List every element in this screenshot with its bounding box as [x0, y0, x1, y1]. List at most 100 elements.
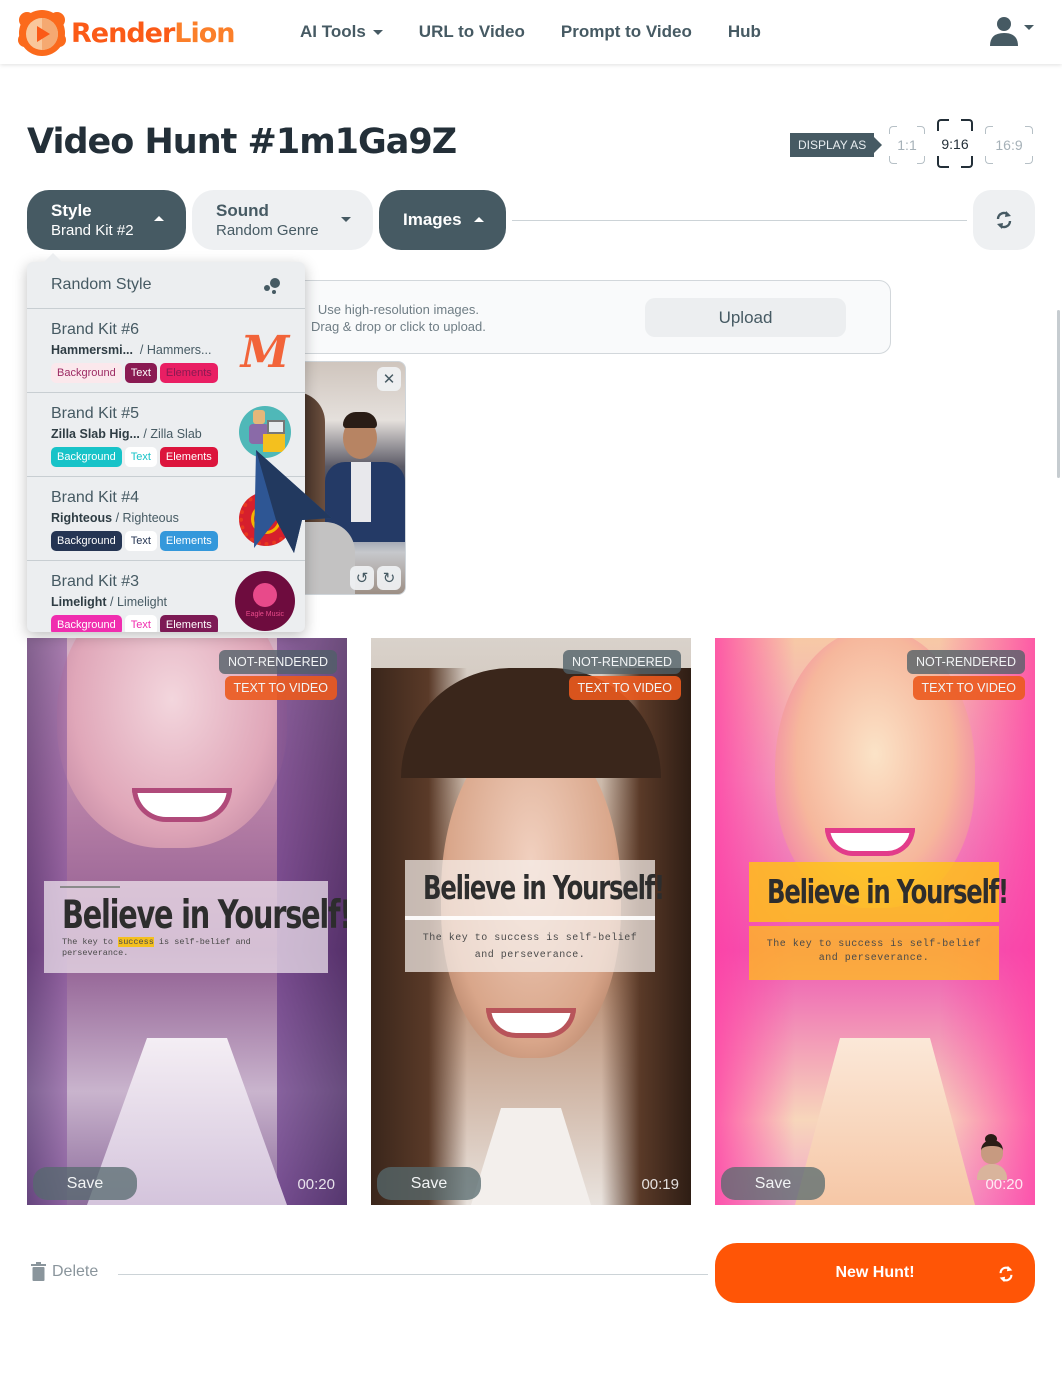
- refresh-button[interactable]: [973, 190, 1035, 250]
- brand-name-render: Render: [71, 17, 175, 49]
- video-headline: Believe in Yourself!: [62, 893, 347, 938]
- remove-image-button[interactable]: ✕: [377, 367, 401, 391]
- rotate-right-icon: ↻: [382, 570, 396, 587]
- avatar-thumbnail: [977, 1134, 1007, 1180]
- font-primary: Limelight: [51, 595, 107, 609]
- video-card-1[interactable]: Believe in Yourself! The key to success …: [27, 638, 347, 1205]
- ratio-1-1-button[interactable]: 1:1: [889, 126, 925, 164]
- tag-background: Background: [51, 363, 122, 383]
- upload-hint-line2: Drag & drop or click to upload.: [311, 319, 486, 334]
- smile: [825, 828, 915, 856]
- style-dropdown-menu: Random Style Brand Kit #6 Hammersmi... /…: [27, 262, 305, 632]
- user-menu-caret-icon: [1024, 24, 1034, 30]
- ratio-16-9-button[interactable]: 16:9: [985, 126, 1033, 164]
- random-dots-icon: [264, 278, 280, 294]
- tag-text: Text: [124, 615, 157, 632]
- tag-elements: Elements: [159, 615, 218, 632]
- video-subtitle: The key to success is self-belief and pe…: [422, 933, 638, 961]
- tag-elements: Elements: [159, 531, 218, 551]
- tag-background: Background: [51, 531, 122, 551]
- toolbar-divider: [512, 220, 967, 221]
- tag-elements: Elements: [159, 447, 218, 467]
- nav-hub[interactable]: Hub: [728, 22, 761, 42]
- footer-divider: [118, 1274, 708, 1275]
- random-style-option[interactable]: Random Style: [27, 262, 305, 309]
- font-primary: Hammersmi...: [51, 343, 133, 357]
- refresh-icon: [999, 1265, 1013, 1283]
- rotate-left-icon: ↺: [355, 570, 369, 587]
- save-button[interactable]: Save: [33, 1167, 137, 1200]
- style-dropdown-button[interactable]: Style Brand Kit #2: [27, 190, 186, 250]
- trash-icon: [31, 1262, 46, 1281]
- font-secondary: Hammers...: [146, 343, 212, 357]
- dropdown-pointer: [44, 253, 62, 262]
- brand-kit-logo-eagle: Eagle Music: [235, 571, 295, 631]
- page-title: Video Hunt #1m1Ga9Z: [27, 122, 457, 162]
- image-dropzone[interactable]: Use high-resolution images. Drag & drop …: [292, 280, 891, 354]
- tag-text: Text: [124, 531, 157, 551]
- style-title: Style: [51, 201, 92, 220]
- delete-button[interactable]: Delete: [31, 1262, 98, 1281]
- upload-button[interactable]: Upload: [645, 298, 846, 337]
- text-overlay-subtitle: The key to success is self-belief and pe…: [749, 926, 999, 980]
- nav-prompt-to-video[interactable]: Prompt to Video: [561, 22, 692, 42]
- brand-kit-option-6[interactable]: Brand Kit #6 Hammersmi... / Hammers... B…: [27, 309, 305, 393]
- sound-value: Random Genre: [216, 222, 319, 239]
- sound-dropdown-button[interactable]: Sound Random Genre: [192, 190, 373, 250]
- save-button[interactable]: Save: [721, 1167, 825, 1200]
- video-card-2[interactable]: Believe in Yourself! The key to success …: [371, 638, 691, 1205]
- ratio-9-16-label: 9:16: [941, 135, 969, 152]
- font-secondary: Righteous: [122, 511, 179, 525]
- type-badge: TEXT TO VIDEO: [224, 676, 337, 700]
- tag-text: Text: [124, 447, 157, 467]
- caret-up-icon: [154, 216, 164, 221]
- font-secondary: Zilla Slab: [150, 427, 202, 441]
- new-hunt-button[interactable]: New Hunt!: [715, 1243, 1035, 1303]
- navbar: RenderLion AI Tools URL to Video Prompt …: [0, 0, 1062, 64]
- ratio-1-1-label: 1:1: [897, 137, 917, 153]
- video-duration: 00:19: [641, 1176, 679, 1193]
- text-overlay-headline: Believe in Yourself!: [749, 862, 1009, 922]
- user-menu[interactable]: [990, 16, 1034, 46]
- status-badge: NOT-RENDERED: [906, 650, 1025, 674]
- ratio-9-16-button[interactable]: 9:16: [937, 119, 973, 168]
- tag-background: Background: [51, 615, 122, 632]
- eagle-logo-text: Eagle Music: [245, 611, 285, 618]
- nav-ai-tools-label: AI Tools: [300, 22, 366, 41]
- nav-url-to-video[interactable]: URL to Video: [419, 22, 525, 42]
- video-headline: Believe in Yourself!: [767, 872, 1009, 911]
- tag-elements: Elements: [159, 363, 218, 383]
- tag-background: Background: [51, 447, 122, 467]
- status-badge: NOT-RENDERED: [218, 650, 337, 674]
- chevron-down-icon: [372, 29, 383, 35]
- ratio-16-9-label: 16:9: [995, 137, 1023, 153]
- text-overlay: Believe in Yourself! The key to success …: [44, 881, 347, 973]
- status-badge: NOT-RENDERED: [562, 650, 681, 674]
- font-secondary: Limelight: [116, 595, 168, 609]
- font-primary: Righteous: [51, 511, 113, 525]
- main-nav: AI Tools URL to Video Prompt to Video Hu…: [300, 0, 797, 64]
- save-button[interactable]: Save: [377, 1167, 481, 1200]
- user-icon: [990, 17, 1018, 46]
- refresh-icon: [996, 211, 1012, 229]
- random-style-label: Random Style: [51, 276, 152, 293]
- video-card-3[interactable]: Believe in Yourself! The key to success …: [715, 638, 1035, 1205]
- text-overlay: Believe in Yourself! The key to success …: [405, 860, 665, 972]
- brand-kit-option-3[interactable]: Brand Kit #3 Limelight / Limelight Backg…: [27, 561, 305, 632]
- nav-ai-tools[interactable]: AI Tools: [300, 22, 383, 42]
- style-value: Brand Kit #2: [51, 222, 134, 239]
- rotate-left-button[interactable]: ↺: [350, 566, 374, 590]
- brand-name-lion: Lion: [174, 17, 235, 49]
- close-icon: ✕: [382, 371, 396, 388]
- images-toggle-button[interactable]: Images: [379, 190, 506, 250]
- dropdown-scrollbar[interactable]: [1057, 310, 1060, 478]
- video-duration: 00:20: [297, 1176, 335, 1193]
- video-subtitle: The key to success is self-belief and pe…: [62, 937, 251, 958]
- rotate-right-button[interactable]: ↻: [377, 566, 401, 590]
- caret-up-icon: [474, 217, 484, 222]
- logo[interactable]: RenderLion: [17, 8, 236, 58]
- upload-hint: Use high-resolution images. Drag & drop …: [311, 301, 486, 335]
- video-duration: 00:20: [985, 1176, 1023, 1193]
- upload-hint-line1: Use high-resolution images.: [317, 302, 479, 317]
- font-primary: Zilla Slab Hig...: [51, 427, 140, 441]
